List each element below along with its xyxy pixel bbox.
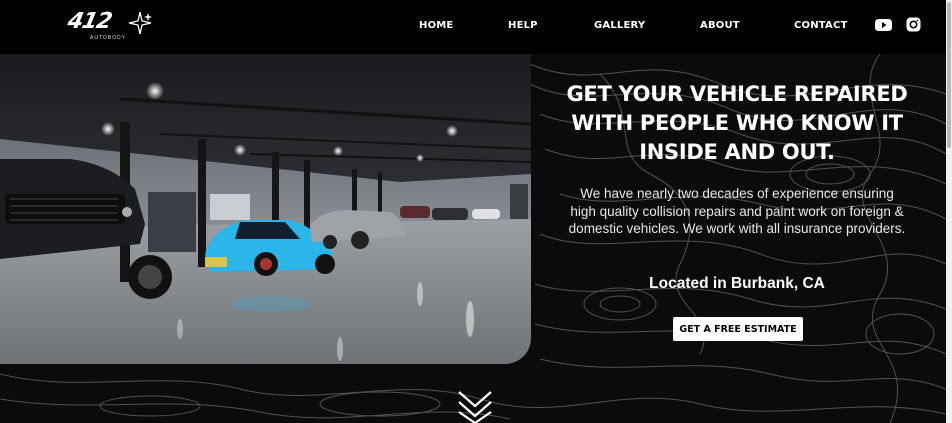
site-header: 412 AUTOBODY HOME HELP GALLERY ABOUT CON… <box>0 0 946 54</box>
headline-line: INSIDE AND OUT. <box>639 140 835 164</box>
nav-help[interactable]: HELP <box>508 20 538 31</box>
instagram-icon[interactable] <box>906 17 921 32</box>
brand-logo[interactable]: 412 AUTOBODY <box>65 9 152 43</box>
scrollbar-thumb[interactable] <box>947 2 951 148</box>
page-scrollbar[interactable] <box>946 0 952 423</box>
chevron-down-icon[interactable] <box>456 384 494 423</box>
hero-description: We have nearly two decades of experience… <box>568 186 906 236</box>
nav-home[interactable]: HOME <box>419 20 453 31</box>
hero-headline: GET YOUR VEHICLE REPAIRED WITH PEOPLE WH… <box>562 80 912 167</box>
headline-line: WITH PEOPLE WHO KNOW IT <box>571 111 903 135</box>
nav-about[interactable]: ABOUT <box>700 20 740 31</box>
garage-showroom-photo <box>0 54 531 364</box>
logo-wordmark: 412 <box>65 9 114 34</box>
youtube-icon[interactable] <box>875 18 892 32</box>
sparkle-icon <box>128 11 152 35</box>
nav-contact[interactable]: CONTACT <box>794 20 848 31</box>
nav-gallery[interactable]: GALLERY <box>594 20 645 31</box>
logo-subtext: AUTOBODY <box>90 35 126 41</box>
location-text: Located in Burbank, CA <box>649 275 825 292</box>
headline-line: GET YOUR VEHICLE REPAIRED <box>566 82 908 106</box>
free-estimate-button[interactable]: GET A FREE ESTIMATE <box>673 317 803 341</box>
